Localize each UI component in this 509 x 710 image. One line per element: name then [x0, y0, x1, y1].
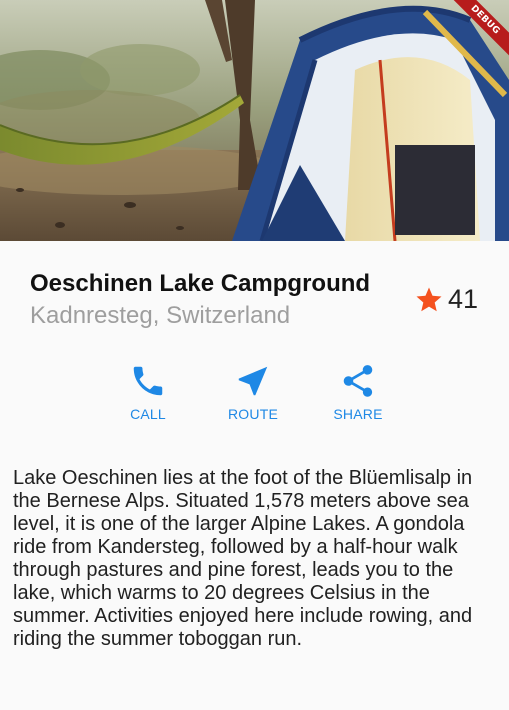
share-icon	[343, 365, 373, 397]
action-buttons: CALL ROUTE SHARE	[0, 362, 509, 426]
call-label: CALL	[130, 406, 166, 422]
star-icon	[416, 287, 442, 311]
place-title: Oeschinen Lake Campground	[30, 270, 371, 297]
navigation-arrow-icon	[238, 366, 268, 396]
share-button[interactable]: SHARE	[313, 362, 403, 426]
share-label: SHARE	[333, 406, 383, 422]
title-section: Oeschinen Lake Campground Kadnresteg, Sw…	[30, 270, 480, 340]
rating: 41	[414, 284, 478, 315]
hero-image: DEBUG	[0, 0, 509, 241]
call-button[interactable]: CALL	[103, 362, 193, 426]
phone-icon	[133, 366, 163, 396]
app-screen: DEBUG Oeschinen Lake Campground Kadnrest…	[0, 0, 509, 710]
route-label: ROUTE	[228, 406, 278, 422]
place-description: Lake Oeschinen lies at the foot of the B…	[13, 467, 473, 650]
place-location: Kadnresteg, Switzerland	[30, 302, 291, 329]
route-button[interactable]: ROUTE	[208, 362, 298, 426]
rating-count: 41	[447, 284, 478, 314]
